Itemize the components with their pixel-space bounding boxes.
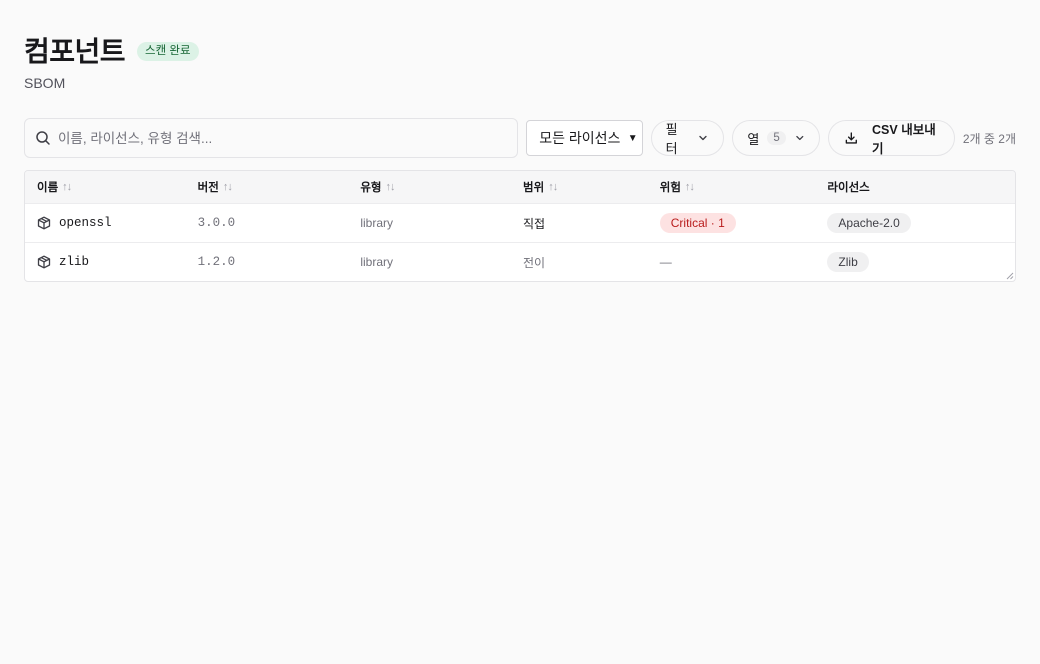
column-header-risk[interactable]: 위험 ↑↓ xyxy=(648,179,820,195)
toolbar: 모든 라이선스 ▼ 필터 열 5 CSV 내보내기 2개 중 2개 xyxy=(24,118,1016,158)
risk-badge: Critical · 1 xyxy=(659,213,736,233)
component-name: zlib xyxy=(59,255,90,269)
sort-icon: ↑↓ xyxy=(222,181,233,193)
page-title: 컴포넌트 xyxy=(24,36,126,67)
cell-type: library xyxy=(348,216,511,230)
table-row[interactable]: zlib 1.2.0 library 전이 — Zlib xyxy=(25,243,1015,281)
license-badge: Zlib xyxy=(827,252,869,272)
component-version: 3.0.0 xyxy=(197,216,236,230)
filter-button[interactable]: 필터 xyxy=(650,120,725,156)
chevron-down-icon xyxy=(699,135,708,141)
column-header-label: 유형 xyxy=(360,182,382,194)
header: 컴포넌트 스캔 완료 xyxy=(24,30,1016,70)
license-badge: Apache-2.0 xyxy=(827,213,911,233)
license-select[interactable]: 모든 라이선스 ▼ xyxy=(526,120,643,156)
column-header-label: 이름 xyxy=(37,182,59,194)
scan-status-badge: 스캔 완료 xyxy=(137,41,199,61)
column-header-license: 라이선스 xyxy=(819,179,1015,195)
cell-risk: Critical · 1 xyxy=(648,213,820,233)
filter-button-label: 필터 xyxy=(665,122,678,156)
cell-license: Zlib xyxy=(819,252,1015,272)
resize-handle-icon[interactable] xyxy=(1006,272,1014,280)
cell-risk: — xyxy=(648,255,820,269)
search-box[interactable] xyxy=(24,118,519,158)
search-icon xyxy=(36,131,50,145)
cell-name: openssl xyxy=(25,216,186,230)
license-select-value: 모든 라이선스 xyxy=(539,130,621,146)
column-header-label: 버전 xyxy=(197,182,219,194)
sort-icon: ↑↓ xyxy=(684,181,695,193)
package-icon xyxy=(37,216,51,230)
cell-version: 3.0.0 xyxy=(186,216,349,230)
component-scope: 직접 xyxy=(523,216,546,231)
export-csv-button[interactable]: CSV 내보내기 xyxy=(828,120,955,156)
sort-icon: ↑↓ xyxy=(385,181,396,193)
cell-scope: 전이 xyxy=(511,254,648,271)
table-row[interactable]: openssl 3.0.0 library 직접 Critical · 1 Ap… xyxy=(25,204,1015,243)
component-type: library xyxy=(360,216,394,230)
columns-button-label: 열 xyxy=(747,131,760,147)
cell-name: zlib xyxy=(25,255,186,269)
cell-type: library xyxy=(348,255,511,269)
column-header-label: 위험 xyxy=(659,182,681,194)
column-header-scope[interactable]: 범위 ↑↓ xyxy=(511,179,648,195)
table-header: 이름 ↑↓ 버전 ↑↓ 유형 ↑↓ 범위 ↑↓ 위험 ↑↓ 라이선스 xyxy=(25,171,1015,204)
download-icon xyxy=(846,132,858,144)
column-header-label: 범위 xyxy=(523,182,545,194)
component-version: 1.2.0 xyxy=(197,255,236,269)
component-type: library xyxy=(360,255,394,269)
export-csv-label: CSV 내보내기 xyxy=(872,123,936,156)
search-input[interactable] xyxy=(58,130,498,146)
cell-license: Apache-2.0 xyxy=(819,213,1015,233)
column-header-type[interactable]: 유형 ↑↓ xyxy=(348,179,511,195)
result-count: 2개 중 2개 xyxy=(962,131,1016,146)
cell-version: 1.2.0 xyxy=(186,255,349,269)
cell-scope: 직접 xyxy=(511,215,648,232)
chevron-down-icon xyxy=(796,135,804,141)
column-header-version[interactable]: 버전 ↑↓ xyxy=(186,179,349,195)
columns-count-badge: 5 xyxy=(767,131,786,145)
component-name: openssl xyxy=(59,216,112,230)
component-scope: 전이 xyxy=(523,255,546,270)
components-table: 이름 ↑↓ 버전 ↑↓ 유형 ↑↓ 범위 ↑↓ 위험 ↑↓ 라이선스 opens… xyxy=(24,170,1016,282)
columns-button[interactable]: 열 5 xyxy=(732,120,821,156)
package-icon xyxy=(37,255,51,269)
page-subtitle: SBOM xyxy=(24,75,66,91)
page: 컴포넌트 스캔 완료 SBOM 모든 라이선스 ▼ 필터 열 5 xyxy=(24,30,1016,282)
select-arrow-icon: ▼ xyxy=(627,132,638,144)
column-header-label: 라이선스 xyxy=(827,182,870,194)
risk-value: — xyxy=(659,255,672,269)
sort-icon: ↑↓ xyxy=(548,181,558,193)
column-header-name[interactable]: 이름 ↑↓ xyxy=(25,179,186,195)
sort-icon: ↑↓ xyxy=(62,181,72,193)
